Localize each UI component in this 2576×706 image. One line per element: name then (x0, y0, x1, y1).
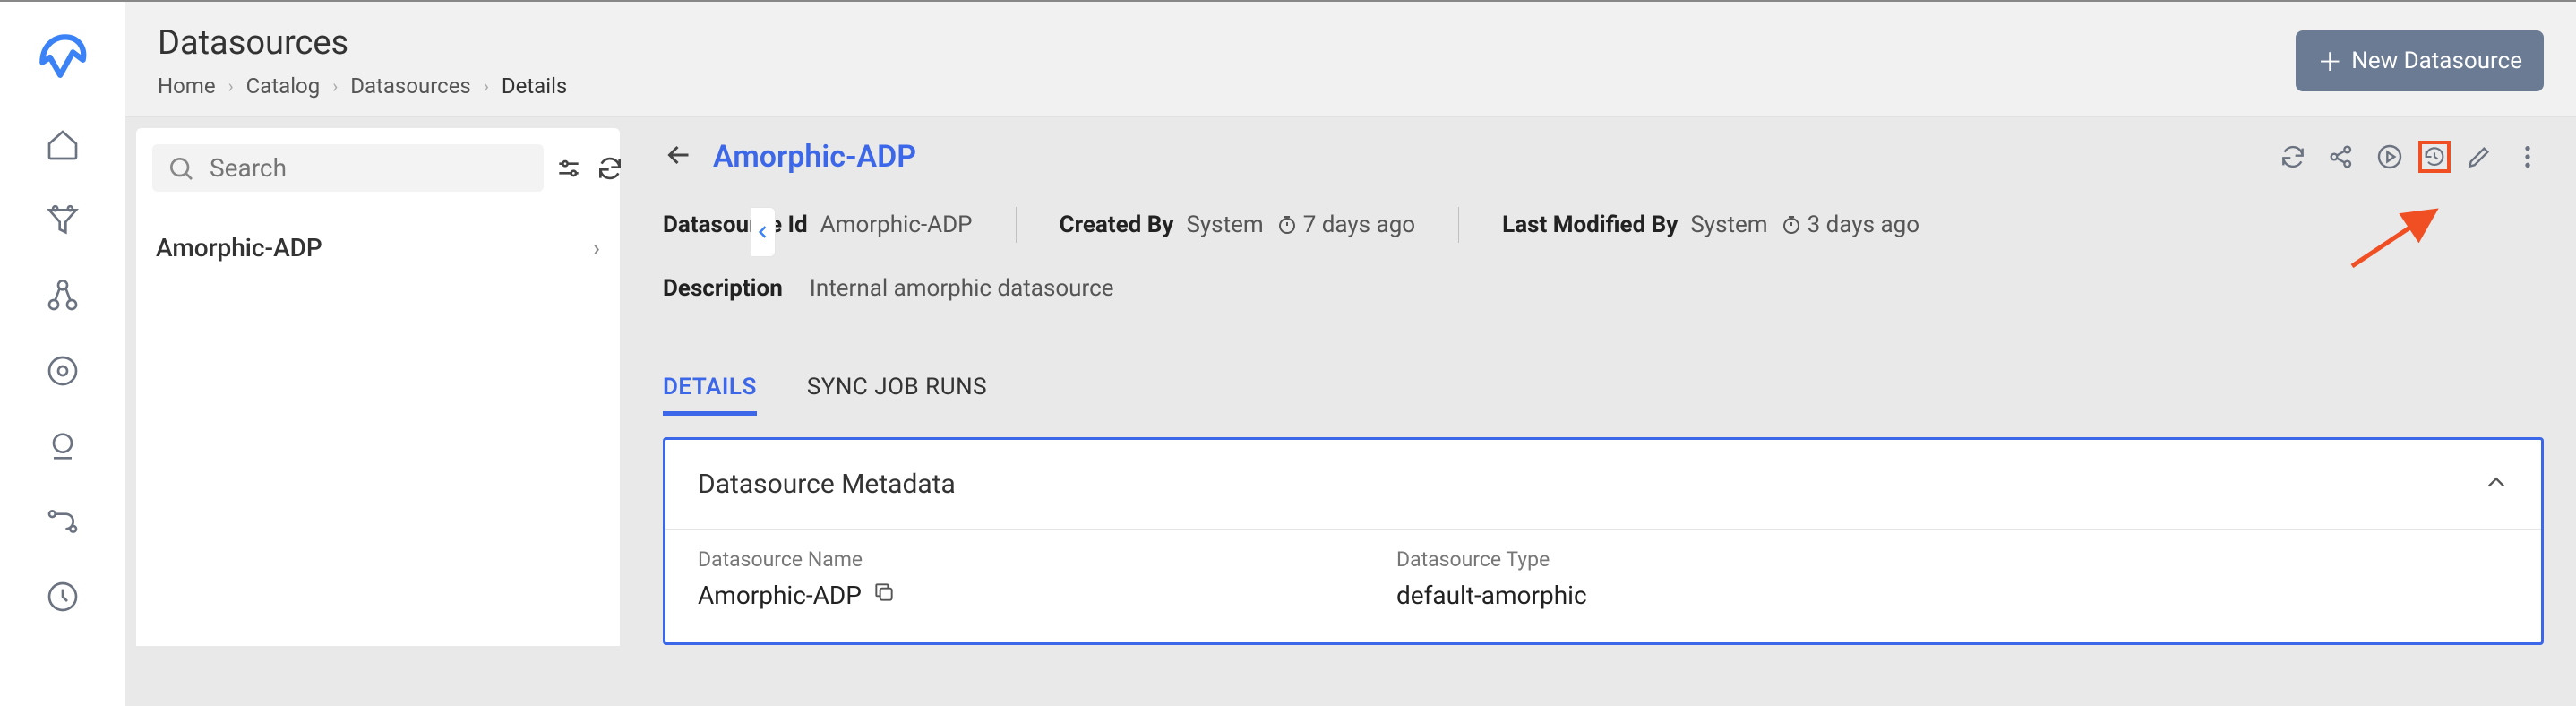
edit-icon[interactable] (2463, 141, 2495, 173)
collapse-sidebar-handle[interactable] (751, 207, 776, 257)
chevron-right-icon: › (593, 233, 600, 263)
page-header: Datasources Home › Catalog › Datasources… (125, 2, 2576, 117)
datasource-name-label: Datasource Name (698, 547, 1396, 572)
filter-icon[interactable] (45, 202, 81, 238)
play-icon[interactable] (2374, 141, 2406, 173)
app-logo (32, 27, 93, 88)
detail-toolbar (2277, 141, 2544, 173)
metadata-card-title: Datasource Metadata (698, 469, 956, 500)
breadcrumb-catalog[interactable]: Catalog (246, 73, 321, 99)
search-input[interactable] (210, 153, 529, 183)
back-arrow-icon[interactable] (663, 139, 695, 175)
last-modified-time: 3 days ago (1807, 211, 1919, 238)
breadcrumb-home[interactable]: Home (158, 73, 216, 99)
new-datasource-label: New Datasource (2351, 47, 2522, 74)
clock-icon[interactable] (45, 579, 81, 615)
datasource-id-value: Amorphic-ADP (820, 211, 973, 238)
detail-tabs: DETAILS SYNC JOB RUNS (663, 374, 2544, 416)
clock-icon (1276, 214, 1298, 236)
created-time: 7 days ago (1303, 211, 1415, 238)
copy-icon[interactable] (872, 581, 896, 610)
sidebar-item-label: Amorphic-ADP (156, 233, 322, 263)
datasource-id-label: Datasource Id (663, 211, 808, 238)
search-icon (167, 154, 195, 183)
description-value: Internal amorphic datasource (810, 275, 1114, 302)
home-icon[interactable] (45, 127, 81, 163)
new-datasource-button[interactable]: ＋ New Datasource (2296, 30, 2544, 91)
breadcrumb-details: Details (502, 73, 567, 99)
created-by-value: System (1186, 211, 1263, 238)
datasource-name-value: Amorphic-ADP (698, 581, 862, 610)
filter-sliders-icon[interactable] (554, 154, 583, 183)
last-modified-by-label: Last Modified By (1502, 211, 1678, 238)
refresh-icon[interactable] (2277, 141, 2309, 173)
search-input-wrap[interactable] (152, 144, 544, 192)
clock-icon (1781, 214, 1802, 236)
plus-icon: ＋ (2317, 43, 2342, 79)
breadcrumb: Home › Catalog › Datasources › Details (158, 73, 567, 99)
datasource-type-label: Datasource Type (1396, 547, 2095, 572)
nav-rail (0, 2, 125, 706)
refresh-icon[interactable] (596, 154, 624, 183)
sidebar-empty-area (136, 288, 620, 646)
nodes-icon[interactable] (45, 278, 81, 314)
detail-content: Amorphic-ADP (631, 117, 2576, 706)
metadata-card-header[interactable]: Datasource Metadata (665, 440, 2541, 529)
description-label: Description (663, 275, 783, 302)
datasource-title: Amorphic-ADP (713, 139, 916, 175)
sidebar-item-amorphic-adp[interactable]: Amorphic-ADP › (136, 208, 620, 288)
divider (1458, 207, 1459, 243)
chevron-right-icon: › (228, 75, 234, 97)
tab-details[interactable]: DETAILS (663, 374, 757, 416)
chevron-up-icon (2484, 470, 2509, 499)
created-by-label: Created By (1060, 211, 1174, 238)
tab-sync-job-runs[interactable]: SYNC JOB RUNS (807, 374, 987, 416)
pipeline-icon[interactable] (45, 504, 81, 539)
share-icon[interactable] (2325, 141, 2357, 173)
datasource-type-value: default-amorphic (1396, 581, 1587, 610)
gear-icon[interactable] (45, 353, 81, 389)
last-modified-by-value: System (1690, 211, 1767, 238)
history-icon[interactable] (2418, 141, 2451, 173)
divider (1016, 207, 1017, 243)
page-title: Datasources (158, 23, 567, 63)
chevron-right-icon: › (484, 75, 489, 97)
chevron-right-icon: › (332, 75, 338, 97)
breadcrumb-datasources[interactable]: Datasources (350, 73, 471, 99)
more-icon[interactable] (2512, 141, 2544, 173)
side-panel: Amorphic-ADP › (125, 117, 631, 706)
metadata-card: Datasource Metadata Datasource Name Amor… (663, 437, 2544, 645)
predict-icon[interactable] (45, 428, 81, 464)
